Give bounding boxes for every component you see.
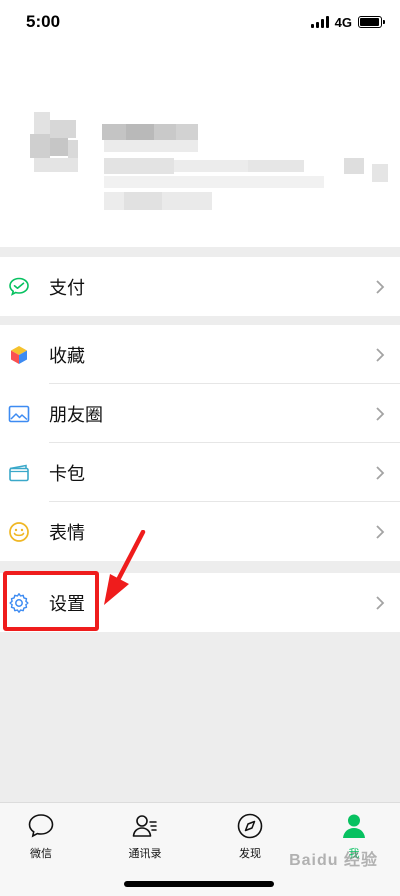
watermark: Baidu 经验 xyxy=(289,852,378,869)
menu-label-settings: 设置 xyxy=(49,593,85,614)
status-indicators: 4G xyxy=(310,14,385,30)
battery-level xyxy=(360,18,379,26)
smiley-icon xyxy=(8,521,30,543)
menu-item-moments[interactable]: 朋友圈 xyxy=(0,384,400,443)
tab-chats[interactable]: 微信 xyxy=(1,811,81,861)
picture-icon xyxy=(8,403,30,425)
compass-icon xyxy=(237,813,263,839)
wechat-pay-icon xyxy=(8,276,30,298)
menu-label-moments: 朋友圈 xyxy=(49,404,103,425)
card-wallet-icon xyxy=(8,462,30,484)
signal-icon xyxy=(310,16,329,28)
tab-label: 通讯录 xyxy=(128,848,162,860)
menu-item-favorites[interactable]: 收藏 xyxy=(0,325,400,384)
tab-contacts[interactable]: 通讯录 xyxy=(105,811,185,861)
menu-label-stickers: 表情 xyxy=(49,522,85,543)
tab-label: 发现 xyxy=(239,848,261,860)
status-time: 5:00 xyxy=(26,12,61,31)
home-indicator[interactable] xyxy=(124,881,274,887)
profile-header[interactable] xyxy=(0,44,400,247)
menu-label-favorites: 收藏 xyxy=(49,345,85,366)
tab-discover[interactable]: 发现 xyxy=(210,811,290,861)
chevron-right-icon xyxy=(376,595,385,610)
person-icon xyxy=(343,814,365,838)
network-type: 4G xyxy=(334,14,352,30)
chat-bubble-icon xyxy=(28,814,54,838)
status-bar: 5:00 4G xyxy=(0,0,400,44)
chevron-right-icon xyxy=(376,279,385,294)
tab-label: 微信 xyxy=(30,848,52,860)
menu-item-cards[interactable]: 卡包 xyxy=(0,443,400,502)
pay-group: 支付 xyxy=(0,257,400,316)
services-group: 收藏 朋友圈 卡包 表情 xyxy=(0,325,400,561)
gear-icon xyxy=(8,592,30,614)
menu-label-cards: 卡包 xyxy=(49,463,85,484)
menu-label-pay: 支付 xyxy=(49,277,85,298)
chevron-right-icon xyxy=(376,347,385,362)
chevron-right-icon xyxy=(376,524,385,539)
menu-item-stickers[interactable]: 表情 xyxy=(0,502,400,561)
menu-item-pay[interactable]: 支付 xyxy=(0,257,400,316)
menu-item-settings[interactable]: 设置 xyxy=(0,573,400,632)
chevron-right-icon xyxy=(376,406,385,421)
contacts-icon xyxy=(132,815,157,837)
battery-icon xyxy=(358,16,385,28)
chevron-right-icon xyxy=(376,465,385,480)
favorites-cube-icon xyxy=(8,344,30,366)
settings-group: 设置 xyxy=(0,573,400,632)
